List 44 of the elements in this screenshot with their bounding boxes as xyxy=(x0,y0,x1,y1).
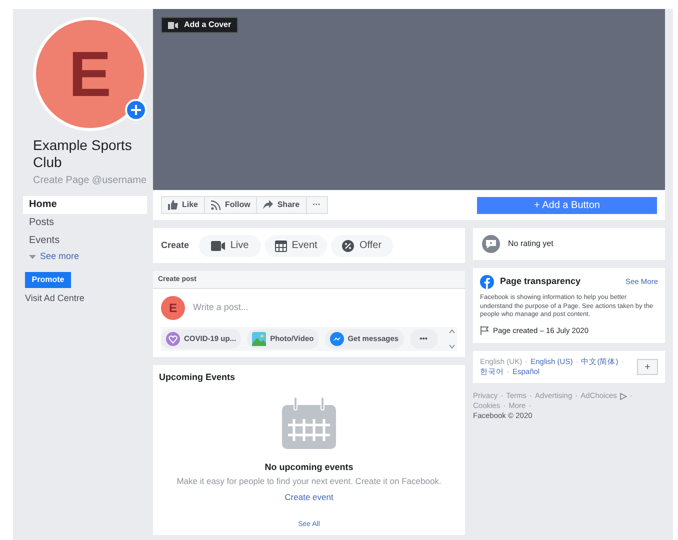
video-camera-icon xyxy=(168,22,178,28)
see-more-link[interactable]: See more xyxy=(40,250,80,264)
like-button[interactable]: Like xyxy=(162,197,206,213)
events-title: Upcoming Events xyxy=(159,371,236,384)
speech-bubble-icon xyxy=(482,235,500,253)
add-language-button[interactable]: + xyxy=(637,358,658,375)
share-arrow-icon xyxy=(263,200,274,210)
messenger-icon xyxy=(330,332,344,346)
no-events-text: Make it easy for people to find your next event. Create it on Facebook. xyxy=(176,475,442,488)
no-events-title: No upcoming events xyxy=(264,460,354,474)
nav-item[interactable]: Posts xyxy=(23,214,147,232)
profile-avatar: E xyxy=(33,17,147,131)
video-camera-icon xyxy=(211,240,226,250)
share-button[interactable]: Share xyxy=(257,197,307,213)
nav-item[interactable]: Events xyxy=(23,232,147,250)
follow-button[interactable]: Follow xyxy=(205,197,258,213)
author-avatar: E xyxy=(161,296,185,320)
rss-icon xyxy=(211,200,222,210)
percent-badge-icon xyxy=(342,240,354,252)
thumbs-up-icon xyxy=(168,200,178,210)
calendar-icon xyxy=(282,396,336,448)
caret-down-icon xyxy=(29,255,36,259)
add-cover-button[interactable]: Add a Cover xyxy=(161,17,238,33)
facebook-logo-icon xyxy=(480,275,494,289)
create-offer-button[interactable]: Offer xyxy=(331,234,394,256)
create-event-link[interactable]: Create event xyxy=(284,490,334,504)
more-button[interactable]: ··· xyxy=(306,197,327,213)
create-live-button[interactable]: Live xyxy=(199,234,262,256)
play-triangle-icon xyxy=(620,392,627,400)
calendar-icon xyxy=(274,240,287,252)
nav-item[interactable]: Home xyxy=(23,196,147,214)
scroll-arrows-icon xyxy=(449,329,455,349)
post-input[interactable]: Write a post... xyxy=(193,301,457,315)
page-name: Example Sports Club xyxy=(33,137,133,171)
transparency-title: Page transparency xyxy=(500,275,581,288)
create-event-button[interactable]: Event xyxy=(265,234,328,256)
create-label: Create xyxy=(161,238,190,252)
flag-icon xyxy=(480,326,489,335)
add-photo-icon[interactable] xyxy=(125,99,147,121)
visit-ad-centre-link[interactable]: Visit Ad Centre xyxy=(25,292,147,306)
rating-text: No rating yet xyxy=(508,238,554,250)
photo-icon xyxy=(252,332,266,346)
promote-button[interactable]: Promote xyxy=(25,272,71,288)
add-a-button[interactable]: + Add a Button xyxy=(477,196,657,214)
